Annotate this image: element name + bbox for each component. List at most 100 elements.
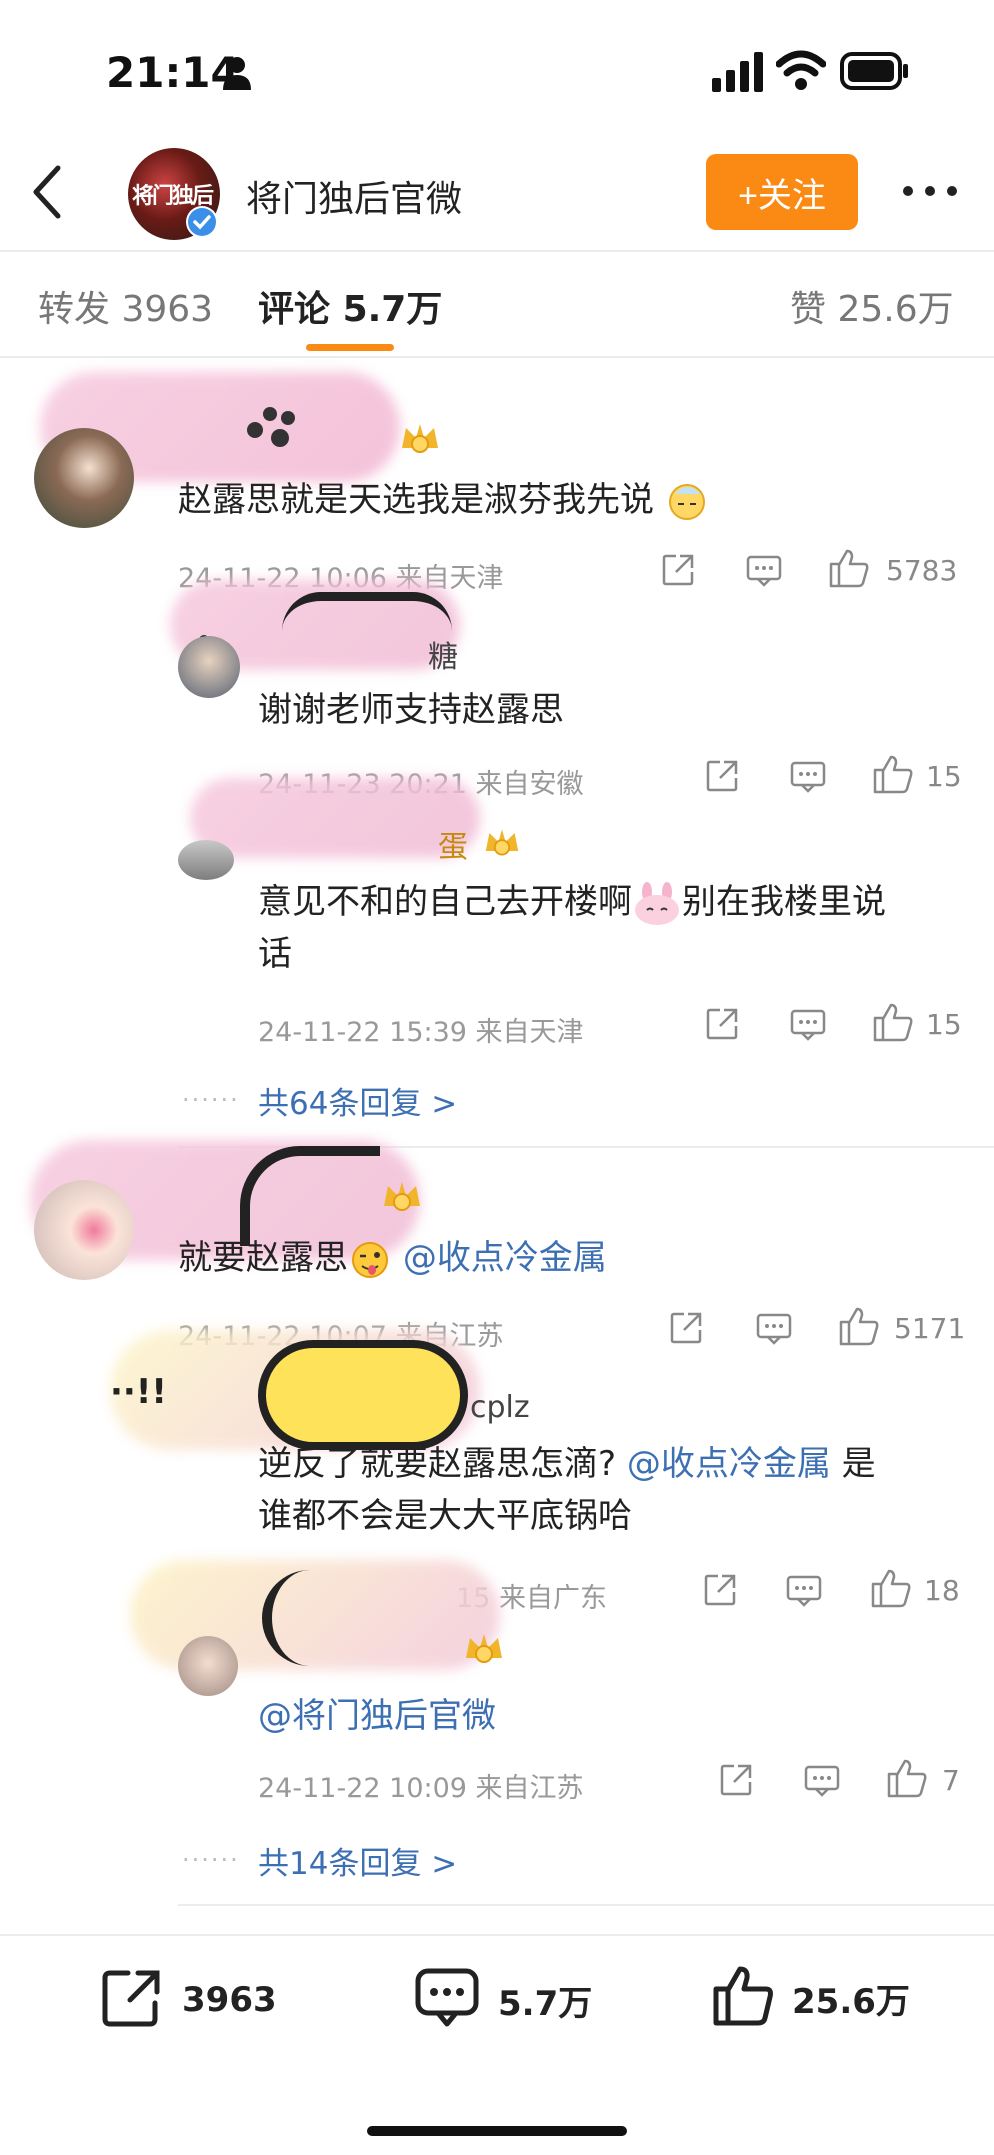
comment-text-body: 就要赵露思: [178, 1238, 348, 1278]
wifi-icon: [775, 50, 827, 92]
bottom-comment-button[interactable]: 5.7万: [414, 1967, 634, 2033]
like-icon[interactable]: [872, 754, 914, 794]
reply-time: 24-11-22 10:09: [258, 1773, 467, 1804]
comment-divider: [178, 1904, 994, 1906]
sleepy-emoji-icon: [665, 482, 709, 522]
follow-button[interactable]: +关注: [706, 154, 858, 230]
blur-sticker-stroke: [262, 1570, 462, 1666]
view-more-replies-link[interactable]: 共64条回复 >: [258, 1078, 457, 1123]
reply-username-sticker: [190, 778, 480, 858]
tab-likes-label: 赞: [790, 289, 827, 330]
active-tab-indicator: [306, 344, 394, 351]
blur-sticker-stroke: [240, 1146, 380, 1246]
comment-text: 赵露思就是天选我是淑芬我先说: [178, 474, 709, 526]
mention-link[interactable]: @将门独后官微: [258, 1696, 496, 1736]
share-icon[interactable]: [668, 1310, 704, 1346]
bottom-like-button[interactable]: 25.6万: [712, 1966, 952, 2030]
replier-avatar[interactable]: [178, 840, 234, 880]
reply-text-suffix: 是: [841, 1444, 876, 1484]
reply-meta: 24-11-22 10:09 来自江苏: [258, 1766, 584, 1805]
comment-icon[interactable]: [790, 760, 826, 794]
comment-icon[interactable]: [786, 1574, 822, 1608]
bottom-repost-button[interactable]: 3963: [100, 1970, 350, 2030]
mention-link[interactable]: @收点冷金属: [627, 1444, 831, 1484]
like-count: 7: [942, 1764, 960, 1797]
reply-username[interactable]: 蛋: [438, 822, 468, 866]
replies-dots: ······: [182, 1846, 240, 1874]
paw-sticker-icon: [240, 400, 310, 450]
account-name[interactable]: 将门独后官微: [246, 170, 462, 222]
reply-text-line2: 别在我楼里说: [682, 882, 886, 922]
comment-icon[interactable]: [756, 1312, 792, 1346]
bottom-like-count: 25.6万: [792, 1981, 910, 2022]
comment-text-body: 赵露思就是天选我是淑芬我先说: [178, 480, 654, 520]
like-count: 18: [924, 1574, 960, 1607]
home-indicator: [367, 2126, 627, 2136]
commenter-avatar[interactable]: [34, 1180, 134, 1280]
reply-text: 谢谢老师支持赵露思: [258, 690, 564, 730]
reply-meta: 24-11-22 15:39 来自天津: [258, 1010, 584, 1049]
yellow-sticker: [258, 1340, 468, 1450]
share-icon[interactable]: [702, 1572, 738, 1608]
comment-icon[interactable]: [790, 1008, 826, 1042]
replies-dots: ······: [182, 1086, 240, 1114]
like-icon[interactable]: [870, 1568, 912, 1608]
more-options-icon[interactable]: [900, 176, 960, 206]
bunny-emoji-icon: [632, 881, 682, 926]
view-more-replies-link[interactable]: 共14条回复 >: [258, 1838, 457, 1883]
replier-avatar[interactable]: [178, 636, 240, 698]
reply-location: 来自天津: [475, 1017, 584, 1048]
wink-tongue-emoji-icon: [348, 1240, 392, 1280]
reply-location: 来自安徽: [475, 769, 584, 800]
reply-text-line3: 话: [258, 934, 292, 974]
reply-location: 来自广东: [498, 1583, 607, 1614]
like-count: 15: [926, 1008, 962, 1041]
header-divider: [0, 250, 994, 252]
like-icon[interactable]: [838, 1306, 880, 1346]
repost-icon: [100, 1967, 164, 2033]
reply-username[interactable]: cplz: [470, 1390, 530, 1425]
thumbs-up-icon: [712, 1965, 774, 2031]
blur-sticker-stroke: [282, 592, 452, 631]
reply-time: 24-11-22 15:39: [258, 1017, 467, 1048]
reply-text: 逆反了就要赵露思怎滴? @收点冷金属 是 谁都不会是大大平底锅哈: [258, 1438, 876, 1542]
like-icon[interactable]: [886, 1758, 928, 1798]
tab-repost-count: 3963: [121, 289, 214, 330]
comment-icon[interactable]: [746, 554, 782, 588]
back-button[interactable]: [28, 162, 68, 222]
share-icon[interactable]: [704, 758, 740, 794]
tab-repost-label: 转发: [38, 289, 111, 330]
commenter-avatar[interactable]: [34, 428, 134, 528]
verified-badge-icon: [186, 206, 218, 238]
tab-likes-count: 25.6万: [837, 289, 954, 330]
comment-text: 就要赵露思 @收点冷金属: [178, 1232, 607, 1284]
like-count: 15: [926, 760, 962, 793]
person-icon: [222, 56, 252, 90]
bottom-bar-divider: [0, 1934, 994, 1936]
share-icon[interactable]: [718, 1762, 754, 1798]
like-icon[interactable]: [872, 1002, 914, 1042]
reply-text-line2: 谁都不会是大大平底锅哈: [258, 1496, 632, 1536]
like-count: 5171: [894, 1312, 966, 1345]
like-icon[interactable]: [828, 548, 870, 588]
tabs-divider: [0, 356, 994, 358]
tab-comments-label: 评论: [258, 289, 331, 330]
reply-text-prefix: 逆反了就要赵露思怎滴?: [258, 1444, 617, 1484]
bottom-repost-count: 3963: [182, 1980, 277, 2020]
mention-link[interactable]: @收点冷金属: [403, 1238, 607, 1278]
share-icon[interactable]: [704, 1006, 740, 1042]
comment-bubble-icon: [414, 1967, 480, 2033]
reply-text: @将门独后官微: [258, 1690, 496, 1742]
crown-badge-icon: [482, 824, 522, 860]
tab-comments[interactable]: 评论 5.7万: [258, 280, 442, 332]
battery-icon: [840, 52, 910, 90]
crown-badge-icon: [380, 1176, 424, 1216]
reply-text-line1: 意见不和的自己去开楼啊: [258, 882, 632, 922]
comment-icon[interactable]: [804, 1764, 840, 1798]
replier-avatar[interactable]: [178, 1636, 238, 1696]
tab-likes[interactable]: 赞 25.6万: [790, 280, 954, 332]
reply-username[interactable]: 糖: [428, 632, 458, 676]
share-icon[interactable]: [660, 552, 696, 588]
tab-repost[interactable]: 转发 3963: [38, 280, 213, 332]
crown-badge-icon: [398, 418, 442, 458]
